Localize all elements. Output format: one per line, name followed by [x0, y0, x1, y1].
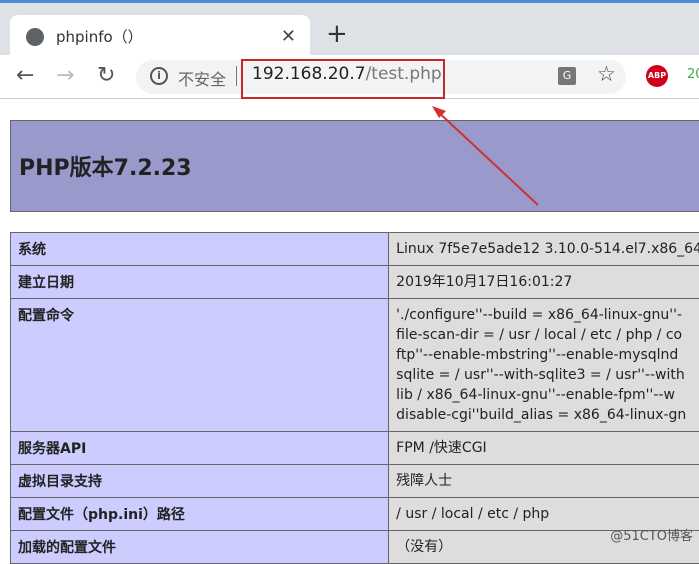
value-line: 2019年10月17日16:01:27	[396, 272, 699, 292]
value-line: ftp''--enable-mbstring''--enable-mysqlnd	[396, 345, 699, 365]
row-key: 配置文件（php.ini）路径	[11, 498, 389, 531]
value-line: lib / x86_64-linux-gnu''--enable-fpm''--…	[396, 385, 699, 405]
row-key: 建立日期	[11, 266, 389, 299]
close-tab-icon[interactable]: ✕	[281, 26, 296, 47]
bookmark-star-icon[interactable]: ☆	[597, 62, 616, 86]
globe-icon	[26, 28, 44, 46]
row-value: Linux 7f5e7e5ade12 3.10.0-514.el7.x86_64	[389, 233, 699, 266]
forward-button[interactable]: →	[56, 63, 74, 88]
row-key: 加载的配置文件	[11, 531, 389, 564]
value-line: 残障人士	[396, 471, 699, 491]
back-button[interactable]: ←	[16, 63, 34, 88]
value-line: sqlite = / usr''--with-sqlite3 = / usr''…	[396, 365, 699, 385]
row-value: './configure''--build = x86_64-linux-gnu…	[389, 299, 699, 432]
row-key: 系统	[11, 233, 389, 266]
translate-icon[interactable]: G	[558, 67, 576, 85]
tab-phpinfo[interactable]: phpinfo（） ✕	[10, 15, 310, 58]
reload-button[interactable]: ↻	[97, 63, 115, 88]
page-title: PHP版本7.2.23	[19, 150, 192, 182]
value-line: file-scan-dir = / usr / local / etc / ph…	[396, 325, 699, 345]
value-line: './configure''--build = x86_64-linux-gnu…	[396, 305, 699, 325]
value-line: FPM /快速CGI	[396, 438, 699, 458]
row-value: 2019年10月17日16:01:27	[389, 266, 699, 299]
php-info-table: 系统 Linux 7f5e7e5ade12 3.10.0-514.el7.x86_…	[10, 232, 699, 564]
row-key: 配置命令	[11, 299, 389, 432]
table-row: 建立日期 2019年10月17日16:01:27	[11, 266, 699, 299]
row-key: 虚拟目录支持	[11, 465, 389, 498]
security-label[interactable]: 不安全	[178, 66, 226, 90]
info-icon[interactable]: i	[150, 67, 168, 85]
table-row: 虚拟目录支持残障人士	[11, 465, 699, 498]
extension-badge[interactable]: 20	[687, 67, 699, 82]
table-row: 配置命令 './configure''--build = x86_64-linux…	[11, 299, 699, 432]
watermark: @51CTO博客	[610, 525, 693, 544]
row-key: 服务器API	[11, 432, 389, 465]
new-tab-button[interactable]: +	[326, 19, 348, 49]
tab-title: phpinfo（）	[56, 26, 143, 47]
table-row: 系统 Linux 7f5e7e5ade12 3.10.0-514.el7.x86_…	[11, 233, 699, 266]
divider	[236, 66, 237, 86]
table-row: 服务器API FPM /快速CGI	[11, 432, 699, 465]
table-row: 加载的配置文件（没有）	[11, 531, 699, 564]
adblock-icon[interactable]: ABP	[646, 65, 668, 87]
value-line: Linux 7f5e7e5ade12 3.10.0-514.el7.x86_64	[396, 239, 699, 259]
row-value: 残障人士	[389, 465, 699, 498]
url-highlight-box	[241, 59, 445, 99]
value-line: disable-cgi''build_alias = x86_64-linux-…	[396, 405, 699, 425]
table-row: 配置文件（php.ini）路径 / usr / local / etc / php	[11, 498, 699, 531]
tab-strip: phpinfo（） ✕ +	[0, 0, 699, 55]
php-header: PHP版本7.2.23	[10, 120, 699, 212]
value-line: / usr / local / etc / php	[396, 504, 699, 524]
row-value: FPM /快速CGI	[389, 432, 699, 465]
